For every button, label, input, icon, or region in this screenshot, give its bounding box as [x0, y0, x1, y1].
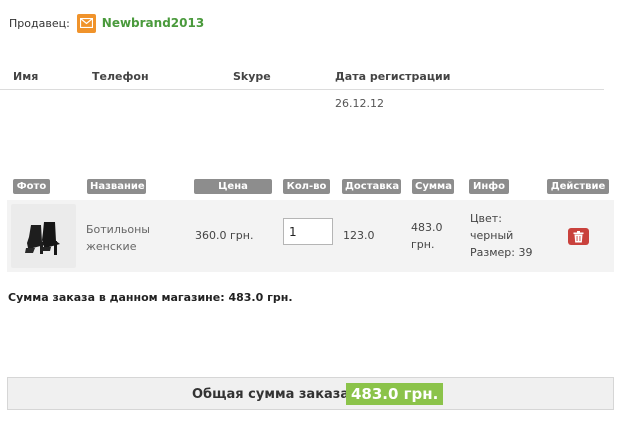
grand-total-label: Общая сумма заказа:	[192, 387, 355, 402]
delete-button[interactable]	[568, 228, 589, 245]
product-name[interactable]: Ботильоны женские	[86, 221, 150, 255]
header-qty: Кол-во	[283, 179, 330, 194]
product-name-line1: Ботильоны	[86, 223, 150, 236]
grand-total-value: 483.0 грн.	[346, 383, 444, 405]
delivery-cost: 123.0	[343, 229, 375, 242]
column-registration-date: Дата регистрации	[335, 70, 451, 83]
grand-total-bar: Общая сумма заказа: 483.0 грн.	[7, 377, 614, 410]
seller-name-link[interactable]: Newbrand2013	[102, 16, 204, 30]
column-skype: Skype	[233, 70, 271, 83]
info-color-value: черный	[470, 229, 514, 242]
header-action: Действие	[547, 179, 609, 194]
header-delivery: Доставка	[342, 179, 401, 194]
item-info: Цвет: черный Размер: 39	[470, 210, 532, 261]
header-info: Инфо	[469, 179, 509, 194]
info-size: Размер: 39	[470, 246, 533, 259]
ankle-boot-image	[25, 222, 60, 255]
cell-registration-date: 26.12.12	[335, 97, 384, 110]
trash-icon	[573, 230, 584, 242]
shop-order-total: Сумма заказа в данном магазине: 483.0 гр…	[8, 291, 293, 304]
cart-item-row: Ботильоны женские 360.0 грн. 123.0 483.0…	[7, 200, 614, 272]
cart-header: Фото Название Цена товара Кол-во Доставк…	[0, 179, 614, 207]
quantity-input[interactable]	[283, 218, 333, 245]
product-photo[interactable]	[11, 204, 76, 268]
seller-line: Продавец: Newbrand2013	[9, 13, 204, 33]
product-name-line2: женские	[86, 240, 137, 253]
header-name: Название	[87, 179, 146, 194]
column-name: Имя	[13, 70, 39, 83]
header-photo: Фото	[13, 179, 50, 194]
column-phone: Телефон	[92, 70, 149, 83]
info-color-label: Цвет:	[470, 212, 502, 225]
seller-info-header: Имя Телефон Skype Дата регистрации	[0, 68, 604, 90]
seller-info-row: 26.12.12	[0, 95, 604, 111]
header-price: Цена товара	[194, 179, 272, 207]
item-sum-value: 483.0	[411, 221, 443, 234]
item-sum: 483.0 грн.	[411, 219, 443, 253]
seller-label: Продавец:	[9, 16, 70, 30]
product-price: 360.0 грн.	[195, 229, 254, 242]
envelope-icon[interactable]	[76, 13, 96, 33]
header-sum: Сумма	[412, 179, 454, 194]
item-sum-currency: грн.	[411, 238, 435, 251]
